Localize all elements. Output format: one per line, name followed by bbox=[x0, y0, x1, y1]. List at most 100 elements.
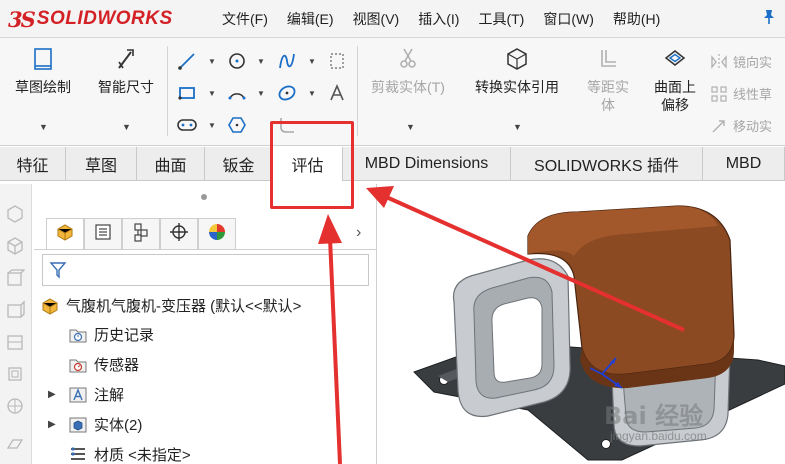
panel-grip-handle[interactable] bbox=[201, 194, 207, 200]
linear-pattern-label: 线性草 bbox=[733, 87, 773, 102]
tree-item-history[interactable]: 历史记录 bbox=[48, 324, 154, 345]
filter-face-icon[interactable] bbox=[5, 204, 25, 224]
offset-entities-button[interactable]: 等距实 体 bbox=[578, 44, 638, 114]
line-icon[interactable] bbox=[176, 50, 198, 72]
tree-filter-box[interactable] bbox=[42, 254, 369, 286]
property-manager-tab[interactable] bbox=[84, 218, 122, 249]
tab-sketch[interactable]: 草图 bbox=[66, 147, 137, 181]
filter-edge-icon[interactable] bbox=[5, 236, 25, 256]
circle-icon[interactable] bbox=[226, 50, 248, 72]
circle-dropdown-icon[interactable]: ▼ bbox=[257, 57, 265, 66]
filter-surface-icon[interactable] bbox=[5, 396, 25, 416]
trim-icon bbox=[362, 44, 454, 74]
convert-entities-button[interactable]: 转换实体引用 bbox=[462, 44, 572, 96]
menu-insert[interactable]: 插入(I) bbox=[418, 9, 459, 29]
solidworks-logo[interactable]: 3S SOLIDWORKS bbox=[8, 2, 186, 36]
rectangle-dropdown-icon[interactable]: ▼ bbox=[208, 89, 216, 98]
part-icon bbox=[40, 296, 60, 316]
convert-entities-icon bbox=[462, 44, 572, 74]
arc-icon[interactable] bbox=[226, 82, 248, 104]
command-manager-tabs: 特征 草图 曲面 钣金 评估 MBD Dimensions SOLIDWORKS… bbox=[0, 147, 785, 181]
tree-root-part[interactable]: 气腹机气腹机-变压器 (默认<<默认> bbox=[40, 295, 301, 316]
mirror-icon bbox=[710, 53, 728, 71]
menu-window[interactable]: 窗口(W) bbox=[543, 9, 594, 29]
spline-icon[interactable] bbox=[276, 50, 298, 72]
dimxpert-manager-tab[interactable] bbox=[160, 218, 198, 249]
display-manager-icon bbox=[206, 221, 228, 248]
history-icon bbox=[68, 325, 88, 345]
line-dropdown-icon[interactable]: ▼ bbox=[208, 57, 216, 66]
offset-on-surface-icon bbox=[644, 44, 706, 74]
sketch-dropdown-icon[interactable]: ▼ bbox=[39, 122, 48, 132]
selection-filter-strip bbox=[0, 184, 32, 464]
tree-item-material[interactable]: 材质 <未指定> bbox=[48, 444, 191, 464]
move-entities-button[interactable]: 移动实 bbox=[710, 116, 772, 135]
arc-dropdown-icon[interactable]: ▼ bbox=[257, 89, 265, 98]
filter-vertex-icon[interactable] bbox=[5, 268, 26, 288]
sketch-button[interactable]: 草图绘制 bbox=[6, 44, 80, 96]
tree-item-solid-bodies[interactable]: ▶ 实体(2) bbox=[48, 414, 142, 435]
dimxpert-icon bbox=[168, 221, 190, 248]
tree-item-label: 注解 bbox=[94, 387, 125, 404]
expand-arrow-icon[interactable]: ▶ bbox=[48, 419, 60, 430]
move-label: 移动实 bbox=[733, 119, 773, 134]
tree-item-annotations[interactable]: ▶ 注解 bbox=[48, 384, 124, 405]
tab-sheet-metal[interactable]: 钣金 bbox=[205, 147, 273, 181]
panel-tab-strip: › bbox=[34, 218, 377, 250]
polygon-icon[interactable] bbox=[226, 114, 248, 136]
tree-item-label: 实体(2) bbox=[94, 417, 143, 434]
menu-file[interactable]: 文件(F) bbox=[222, 9, 268, 29]
smart-dimension-button[interactable]: 智能尺寸 bbox=[88, 44, 164, 96]
menu-help[interactable]: 帮助(H) bbox=[613, 9, 660, 29]
filter-solid-icon[interactable] bbox=[5, 364, 25, 384]
tab-mbd-dimensions[interactable]: MBD Dimensions bbox=[343, 147, 511, 181]
text-icon[interactable] bbox=[326, 82, 348, 104]
configuration-manager-tab[interactable] bbox=[122, 218, 160, 249]
menu-view[interactable]: 视图(V) bbox=[353, 9, 400, 29]
convert-dropdown-icon[interactable]: ▼ bbox=[513, 122, 522, 132]
command-ribbon: 草图绘制 ▼ 智能尺寸 ▼ ▼ ▼ ▼ ▼ ▼ ▼ ▼ 剪裁实体(T) ▼ 转换… bbox=[0, 38, 785, 146]
trim-dropdown-icon[interactable]: ▼ bbox=[406, 122, 415, 132]
smart-dimension-dropdown-icon[interactable]: ▼ bbox=[122, 122, 131, 132]
tab-solidworks-addins[interactable]: SOLIDWORKS 插件 bbox=[511, 147, 703, 181]
logo-wordmark: SOLIDWORKS bbox=[36, 8, 173, 29]
slot-dropdown-icon[interactable]: ▼ bbox=[208, 121, 216, 130]
ellipse-icon[interactable] bbox=[276, 82, 298, 104]
evaluate-tab-highlight bbox=[270, 121, 354, 209]
ribbon-separator bbox=[167, 46, 168, 136]
menu-edit[interactable]: 编辑(E) bbox=[287, 9, 334, 29]
tab-mbd[interactable]: MBD bbox=[703, 147, 785, 181]
filter-plane-icon[interactable] bbox=[5, 434, 25, 454]
ribbon-separator bbox=[357, 46, 358, 136]
tab-surfaces[interactable]: 曲面 bbox=[137, 147, 205, 181]
solid-bodies-icon bbox=[68, 415, 88, 435]
sketch-region-icon[interactable] bbox=[326, 50, 348, 72]
expand-arrow-icon[interactable]: ▶ bbox=[48, 389, 60, 400]
material-icon bbox=[68, 445, 88, 464]
sketch-label: 草图绘制 bbox=[15, 79, 71, 95]
panel-tabs-scroll-right-icon[interactable]: › bbox=[356, 224, 361, 242]
ellipse-dropdown-icon[interactable]: ▼ bbox=[308, 89, 316, 98]
filter-body-icon[interactable] bbox=[5, 300, 25, 320]
trim-entities-button[interactable]: 剪裁实体(T) bbox=[362, 44, 454, 96]
feature-manager-tab[interactable] bbox=[46, 218, 84, 249]
pin-icon[interactable] bbox=[762, 9, 776, 29]
spline-dropdown-icon[interactable]: ▼ bbox=[308, 57, 316, 66]
smart-dimension-icon bbox=[88, 44, 164, 74]
sketch-icon bbox=[6, 44, 80, 74]
tab-features[interactable]: 特征 bbox=[0, 147, 66, 181]
mirror-entities-button[interactable]: 镜向实 bbox=[710, 52, 772, 71]
graphics-area[interactable]: Bai 经验 jingyan.baidu.com bbox=[378, 184, 785, 464]
slot-icon[interactable] bbox=[176, 114, 198, 136]
menu-bar: 文件(F) 编辑(E) 视图(V) 插入(I) 工具(T) 窗口(W) 帮助(H… bbox=[222, 0, 679, 38]
annotation-icon bbox=[68, 385, 88, 405]
menu-tools[interactable]: 工具(T) bbox=[478, 9, 524, 29]
linear-pattern-button[interactable]: 线性草 bbox=[710, 84, 772, 103]
offset-on-surface-button[interactable]: 曲面上 偏移 bbox=[644, 44, 706, 114]
tree-item-sensors[interactable]: 传感器 bbox=[48, 354, 139, 375]
transformer-model[interactable] bbox=[378, 184, 785, 464]
display-manager-tab[interactable] bbox=[198, 218, 236, 249]
filter-sketch-icon[interactable] bbox=[5, 332, 25, 352]
rectangle-icon[interactable] bbox=[176, 82, 198, 104]
filter-icon[interactable] bbox=[49, 261, 67, 284]
